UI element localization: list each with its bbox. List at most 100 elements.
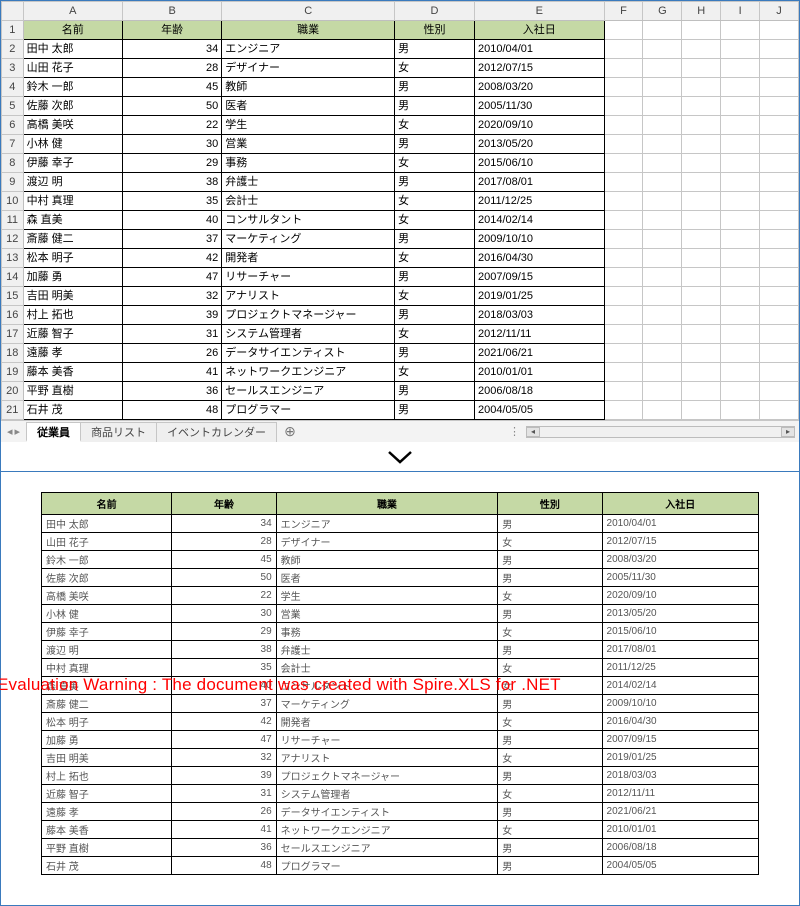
data-cell[interactable]: 伊藤 幸子 [23, 154, 122, 173]
empty-cell[interactable] [604, 287, 643, 306]
empty-cell[interactable] [643, 287, 682, 306]
empty-cell[interactable] [604, 306, 643, 325]
data-cell[interactable]: 事務 [222, 154, 395, 173]
data-cell[interactable]: 2010/01/01 [474, 363, 604, 382]
empty-cell[interactable] [604, 21, 643, 40]
empty-cell[interactable] [721, 230, 760, 249]
empty-cell[interactable] [643, 97, 682, 116]
data-cell[interactable]: 2021/06/21 [474, 344, 604, 363]
empty-cell[interactable] [760, 154, 799, 173]
data-cell[interactable]: 31 [122, 325, 221, 344]
data-cell[interactable]: 田中 太郎 [23, 40, 122, 59]
data-cell[interactable]: 2016/04/30 [474, 249, 604, 268]
data-cell[interactable]: 会計士 [222, 192, 395, 211]
data-cell[interactable]: 藤本 美香 [23, 363, 122, 382]
data-cell[interactable]: 2008/03/20 [474, 78, 604, 97]
empty-cell[interactable] [760, 325, 799, 344]
empty-cell[interactable] [682, 382, 721, 401]
data-cell[interactable]: 40 [122, 211, 221, 230]
empty-cell[interactable] [643, 344, 682, 363]
empty-cell[interactable] [643, 306, 682, 325]
data-cell[interactable]: 2018/03/03 [474, 306, 604, 325]
data-cell[interactable]: 開発者 [222, 249, 395, 268]
empty-cell[interactable] [721, 116, 760, 135]
column-header[interactable]: J [760, 2, 799, 21]
data-cell[interactable]: 加藤 勇 [23, 268, 122, 287]
column-header[interactable]: E [474, 2, 604, 21]
data-cell[interactable]: 男 [395, 78, 475, 97]
data-cell[interactable]: 高橋 美咲 [23, 116, 122, 135]
data-cell[interactable]: 2012/07/15 [474, 59, 604, 78]
empty-cell[interactable] [760, 192, 799, 211]
data-cell[interactable]: 2020/09/10 [474, 116, 604, 135]
data-cell[interactable]: アナリスト [222, 287, 395, 306]
data-cell[interactable]: 2019/01/25 [474, 287, 604, 306]
row-header[interactable]: 19 [2, 363, 24, 382]
data-cell[interactable]: 教師 [222, 78, 395, 97]
data-cell[interactable]: 佐藤 次郎 [23, 97, 122, 116]
empty-cell[interactable] [760, 401, 799, 420]
data-cell[interactable]: 2017/08/01 [474, 173, 604, 192]
data-cell[interactable]: 32 [122, 287, 221, 306]
data-cell[interactable]: 山田 花子 [23, 59, 122, 78]
row-header[interactable]: 5 [2, 97, 24, 116]
empty-cell[interactable] [604, 97, 643, 116]
tab-nav-buttons[interactable]: ◂ ▸ [1, 425, 26, 438]
data-cell[interactable]: 学生 [222, 116, 395, 135]
empty-cell[interactable] [604, 230, 643, 249]
empty-cell[interactable] [682, 287, 721, 306]
data-cell[interactable]: エンジニア [222, 40, 395, 59]
empty-cell[interactable] [604, 116, 643, 135]
empty-cell[interactable] [760, 59, 799, 78]
empty-cell[interactable] [643, 173, 682, 192]
row-header[interactable]: 7 [2, 135, 24, 154]
row-header[interactable]: 4 [2, 78, 24, 97]
row-header[interactable]: 12 [2, 230, 24, 249]
tab-nav-prev-icon[interactable]: ◂ [7, 425, 13, 438]
data-cell[interactable]: デザイナー [222, 59, 395, 78]
empty-cell[interactable] [682, 211, 721, 230]
empty-cell[interactable] [643, 135, 682, 154]
empty-cell[interactable] [721, 78, 760, 97]
empty-cell[interactable] [760, 363, 799, 382]
data-cell[interactable]: 男 [395, 401, 475, 420]
empty-cell[interactable] [682, 173, 721, 192]
data-cell[interactable]: マーケティング [222, 230, 395, 249]
column-header[interactable]: F [604, 2, 643, 21]
column-header[interactable]: G [643, 2, 682, 21]
header-cell[interactable]: 性別 [395, 21, 475, 40]
row-header[interactable]: 17 [2, 325, 24, 344]
splitter-handle-icon[interactable]: ⋮ [509, 425, 526, 438]
empty-cell[interactable] [721, 325, 760, 344]
empty-cell[interactable] [682, 363, 721, 382]
data-cell[interactable]: 2006/08/18 [474, 382, 604, 401]
tab-active[interactable]: 従業員 [26, 422, 81, 442]
header-cell[interactable]: 名前 [23, 21, 122, 40]
data-cell[interactable]: プログラマー [222, 401, 395, 420]
row-header[interactable]: 2 [2, 40, 24, 59]
data-cell[interactable]: 2014/02/14 [474, 211, 604, 230]
data-cell[interactable]: 森 直美 [23, 211, 122, 230]
empty-cell[interactable] [682, 401, 721, 420]
empty-cell[interactable] [721, 363, 760, 382]
data-cell[interactable]: 39 [122, 306, 221, 325]
empty-cell[interactable] [643, 268, 682, 287]
horizontal-scrollbar[interactable]: ⋮ ◂ ▸ [509, 425, 799, 438]
empty-cell[interactable] [604, 78, 643, 97]
header-cell[interactable]: 年齢 [122, 21, 221, 40]
data-cell[interactable]: データサイエンティスト [222, 344, 395, 363]
row-header[interactable]: 9 [2, 173, 24, 192]
data-cell[interactable]: 男 [395, 268, 475, 287]
empty-cell[interactable] [721, 249, 760, 268]
data-cell[interactable]: 41 [122, 363, 221, 382]
empty-cell[interactable] [760, 21, 799, 40]
empty-cell[interactable] [604, 211, 643, 230]
empty-cell[interactable] [643, 401, 682, 420]
data-cell[interactable]: 女 [395, 192, 475, 211]
empty-cell[interactable] [721, 40, 760, 59]
data-cell[interactable]: 2010/04/01 [474, 40, 604, 59]
row-header[interactable]: 21 [2, 401, 24, 420]
empty-cell[interactable] [604, 268, 643, 287]
data-cell[interactable]: 2004/05/05 [474, 401, 604, 420]
empty-cell[interactable] [760, 173, 799, 192]
